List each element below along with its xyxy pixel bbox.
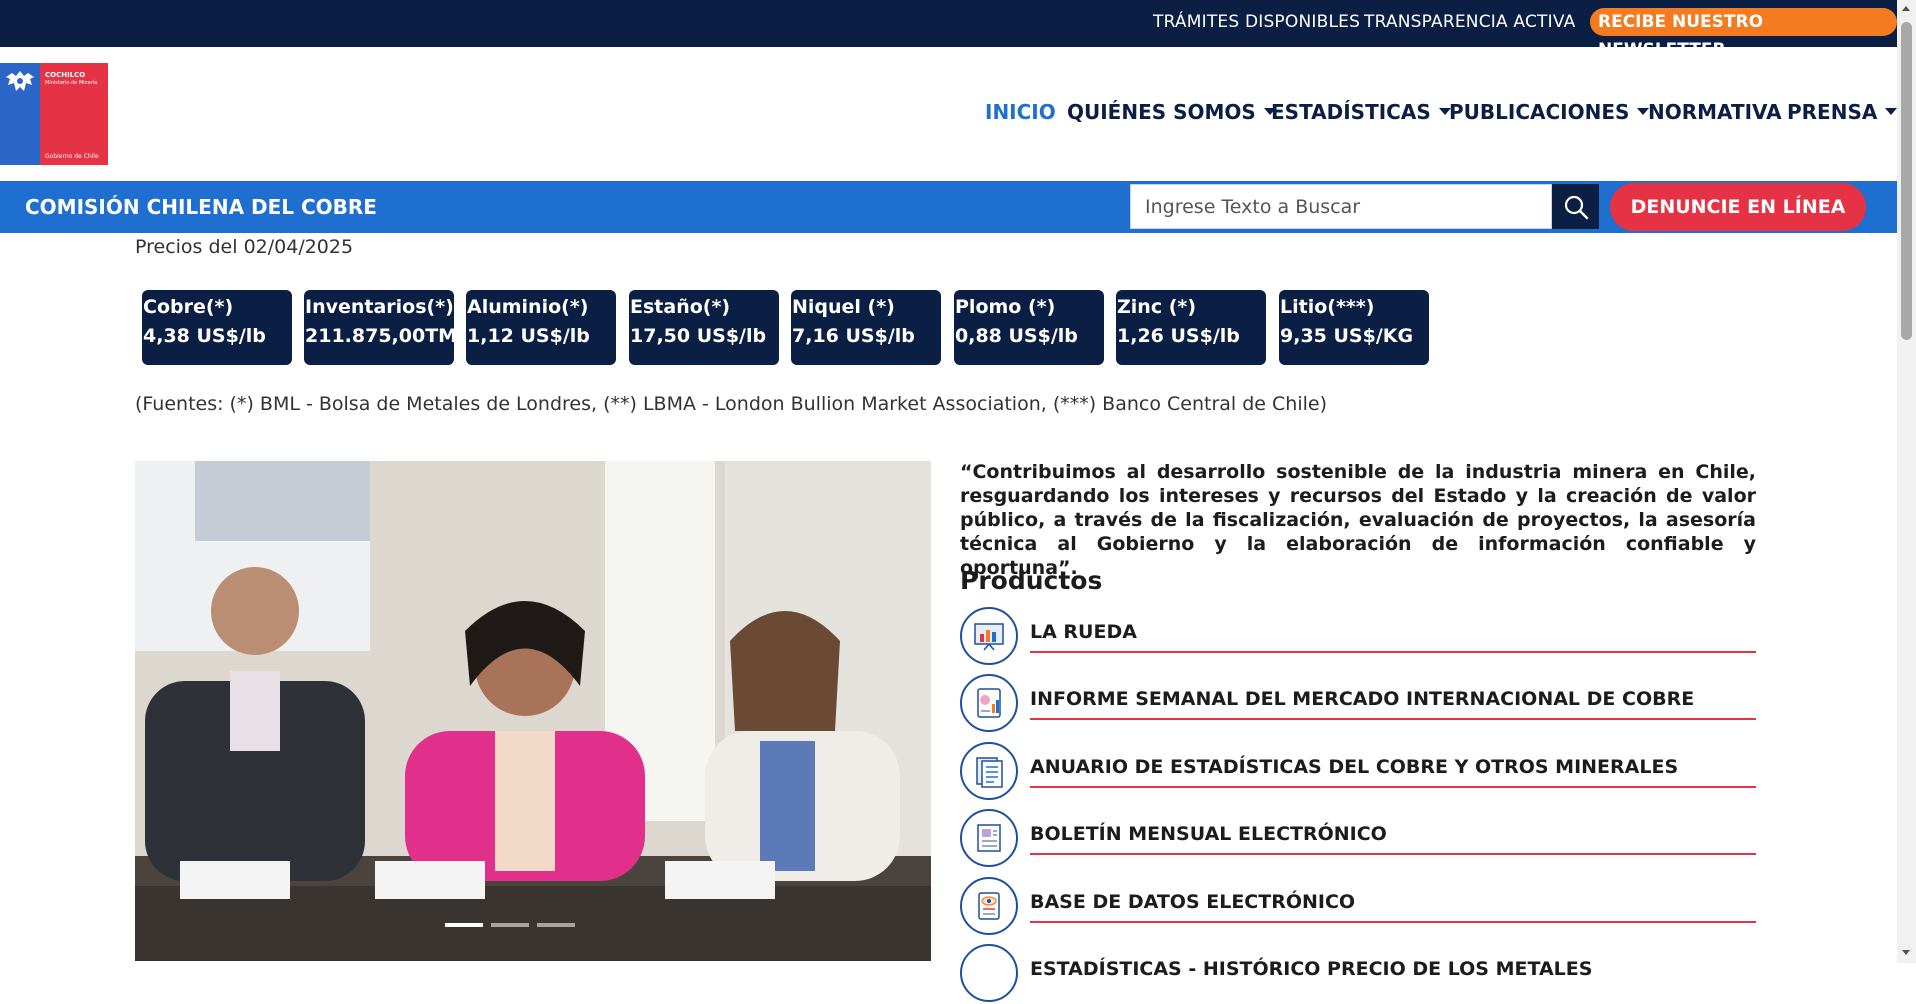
- metal-name: Estaño(*): [630, 296, 731, 318]
- metal-value: 9,35 US$/KG: [1280, 325, 1414, 347]
- org-search-bar: COMISIÓN CHILENA DEL COBRE DENUNCIE EN L…: [0, 181, 1897, 233]
- nav-inicio[interactable]: INICIO: [985, 100, 1056, 124]
- product-divider: [1030, 921, 1756, 923]
- metal-card-zinc[interactable]: Zinc (*) 1,26 US$/lb: [1116, 290, 1266, 365]
- scroll-down-icon[interactable]: [1902, 950, 1910, 955]
- nav-normativa-label: NORMATIVA: [1648, 100, 1782, 124]
- carousel-indicators: [445, 923, 575, 927]
- metal-card-litio[interactable]: Litio(***) 9,35 US$/KG: [1279, 290, 1429, 365]
- product-divider: [1030, 651, 1756, 653]
- presentation-chart-icon: [960, 607, 1018, 665]
- metal-value: 4,38 US$/lb: [143, 325, 266, 347]
- nav-normativa[interactable]: NORMATIVA: [1648, 100, 1782, 124]
- search-box: [1130, 184, 1552, 229]
- metal-card-inventarios[interactable]: Inventarios(*) 211.875,00TM: [304, 290, 458, 365]
- denuncie-button[interactable]: DENUNCIE EN LÍNEA: [1610, 183, 1866, 231]
- product-label: BOLETÍN MENSUAL ELECTRÓNICO: [1030, 823, 1387, 845]
- transparencia-link[interactable]: TRANSPARENCIA ACTIVA: [1364, 12, 1575, 32]
- main-navigation: INICIO QUIÉNES SOMOS ESTADÍSTICAS PUBLIC…: [0, 100, 1898, 130]
- nav-quienes-somos-label: QUIÉNES SOMOS: [1067, 100, 1256, 124]
- products-heading: Productos: [960, 566, 1103, 595]
- press-conference-photo: [135, 461, 931, 961]
- metal-value: 1,26 US$/lb: [1117, 325, 1240, 347]
- metal-name: Inventarios(*): [305, 296, 454, 318]
- metal-value: 7,16 US$/lb: [792, 325, 915, 347]
- mission-statement: “Contribuimos al desarrollo sostenible d…: [960, 461, 1756, 579]
- nav-estadisticas-label: ESTADÍSTICAS: [1271, 100, 1431, 124]
- product-label: ANUARIO DE ESTADÍSTICAS DEL COBRE Y OTRO…: [1030, 756, 1679, 778]
- metal-card-niquel[interactable]: Niquel (*) 7,16 US$/lb: [791, 290, 941, 365]
- page-scrollbar[interactable]: [1897, 0, 1916, 963]
- tramites-link[interactable]: TRÁMITES DISPONIBLES: [1153, 12, 1360, 32]
- product-label: INFORME SEMANAL DEL MERCADO INTERNACIONA…: [1030, 688, 1695, 710]
- metal-value: 211.875,00TM: [305, 325, 458, 347]
- product-divider: [1030, 786, 1756, 788]
- metal-card-estano[interactable]: Estaño(*) 17,50 US$/lb: [629, 290, 779, 365]
- nav-publicaciones[interactable]: PUBLICACIONES: [1449, 100, 1650, 124]
- search-icon: [1564, 195, 1588, 219]
- product-boletin[interactable]: BOLETÍN MENSUAL ELECTRÓNICO: [960, 809, 1756, 869]
- logo-ministry: Ministerio de Minería: [45, 80, 98, 86]
- newsletter-icon: [960, 809, 1018, 867]
- product-label: BASE DE DATOS ELECTRÓNICO: [1030, 891, 1356, 913]
- database-eye-icon: [960, 877, 1018, 935]
- chile-crest-icon: [6, 71, 34, 91]
- product-la-rueda[interactable]: LA RUEDA: [960, 607, 1756, 667]
- product-base-datos[interactable]: BASE DE DATOS ELECTRÓNICO: [960, 877, 1756, 937]
- newsletter-button[interactable]: RECIBE NUESTRO NEWSLETTER: [1590, 8, 1897, 60]
- nav-quienes-somos[interactable]: QUIÉNES SOMOS: [1067, 100, 1276, 124]
- metal-name: Niquel (*): [792, 296, 895, 318]
- product-historico-precios[interactable]: ESTADÍSTICAS - HISTÓRICO PRECIO DE LOS M…: [960, 944, 1756, 1004]
- logo-name: COCHILCO: [45, 71, 86, 79]
- prices-date: Precios del 02/04/2025: [135, 236, 354, 258]
- logo-government: Gobierno de Chile: [45, 153, 99, 160]
- nav-prensa[interactable]: PRENSA: [1787, 100, 1898, 124]
- scroll-up-icon[interactable]: [1902, 6, 1910, 11]
- product-divider: [1030, 853, 1756, 855]
- metal-name: Zinc (*): [1117, 296, 1196, 318]
- top-utility-bar: TRÁMITES DISPONIBLES TRANSPARENCIA ACTIV…: [0, 0, 1897, 60]
- product-anuario[interactable]: ANUARIO DE ESTADÍSTICAS DEL COBRE Y OTRO…: [960, 742, 1756, 802]
- metal-name: Cobre(*): [143, 296, 234, 318]
- carousel-dot[interactable]: [445, 923, 483, 927]
- org-title: COMISIÓN CHILENA DEL COBRE: [25, 195, 377, 219]
- document-list-icon: [960, 742, 1018, 800]
- nav-estadisticas[interactable]: ESTADÍSTICAS: [1271, 100, 1451, 124]
- price-sources: (Fuentes: (*) BML - Bolsa de Metales de …: [135, 393, 1327, 415]
- metal-name: Aluminio(*): [467, 296, 589, 318]
- carousel-dot[interactable]: [491, 923, 529, 927]
- history-chart-icon: [960, 944, 1018, 1002]
- nav-publicaciones-label: PUBLICACIONES: [1449, 100, 1630, 124]
- hero-carousel-image[interactable]: [135, 461, 931, 961]
- metal-value: 17,50 US$/lb: [630, 325, 767, 347]
- report-analytics-icon: [960, 674, 1018, 732]
- metal-name: Litio(***): [1280, 296, 1375, 318]
- scrollbar-thumb[interactable]: [1901, 22, 1912, 340]
- product-divider: [1030, 718, 1756, 720]
- product-informe-semanal[interactable]: INFORME SEMANAL DEL MERCADO INTERNACIONA…: [960, 674, 1756, 734]
- metal-value: 0,88 US$/lb: [955, 325, 1078, 347]
- search-input[interactable]: [1131, 185, 1551, 228]
- metal-card-cobre[interactable]: Cobre(*) 4,38 US$/lb: [142, 290, 292, 365]
- chevron-down-icon: [1885, 108, 1898, 115]
- metal-card-plomo[interactable]: Plomo (*) 0,88 US$/lb: [954, 290, 1104, 365]
- metal-card-aluminio[interactable]: Aluminio(*) 1,12 US$/lb: [466, 290, 616, 365]
- metal-name: Plomo (*): [955, 296, 1056, 318]
- nav-prensa-label: PRENSA: [1787, 100, 1878, 124]
- product-label: ESTADÍSTICAS - HISTÓRICO PRECIO DE LOS M…: [1030, 958, 1593, 980]
- carousel-dot[interactable]: [537, 923, 575, 927]
- metal-value: 1,12 US$/lb: [467, 325, 590, 347]
- nav-inicio-label: INICIO: [985, 100, 1056, 124]
- product-label: LA RUEDA: [1030, 621, 1137, 643]
- search-button[interactable]: [1552, 184, 1599, 229]
